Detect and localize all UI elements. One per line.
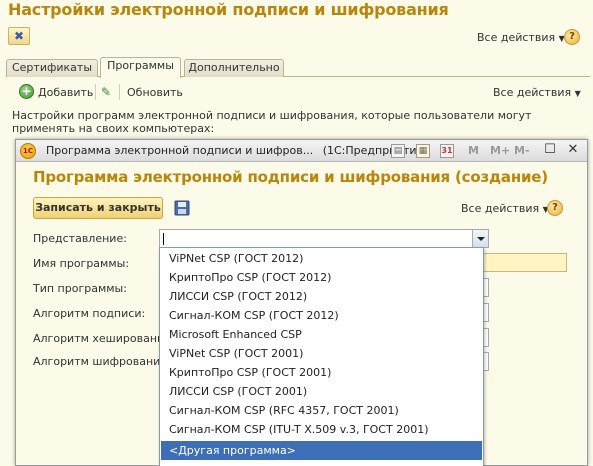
help-icon[interactable]: ? <box>564 29 580 45</box>
refresh-button[interactable]: Обновить <box>127 86 183 99</box>
text-caret <box>163 233 164 245</box>
chevron-down-icon: ▼ <box>574 89 581 98</box>
calendar-icon[interactable]: 31 <box>440 144 454 158</box>
dropdown-option[interactable]: Сигнал-КОМ CSP (RFC 4357, ГОСТ 2001) <box>161 401 482 420</box>
dropdown-arrow-icon[interactable] <box>472 230 488 247</box>
all-actions-menu[interactable]: Все действия ▼ <box>477 31 565 44</box>
add-icon: + <box>19 84 34 99</box>
dropdown-option[interactable]: Microsoft Enhanced CSP <box>161 325 482 344</box>
tab-additional[interactable]: Дополнительно <box>184 59 284 77</box>
toolbar-separator <box>95 84 96 100</box>
add-button[interactable]: Добавить <box>38 86 93 99</box>
presentation-combobox[interactable] <box>159 229 489 248</box>
page-title: Настройки электронной подписи и шифрован… <box>8 0 449 19</box>
window-title: Программа электронной подписи и шифров..… <box>46 144 428 157</box>
close-window-icon[interactable]: ✕ <box>564 142 582 159</box>
app-logo-icon: 1C <box>20 143 36 159</box>
save-icon[interactable] <box>174 200 190 216</box>
all-actions-label: Все действия <box>493 86 572 99</box>
list-all-actions-menu[interactable]: Все действия ▼ <box>493 86 581 99</box>
memory-plus-button[interactable]: M+ <box>490 144 510 157</box>
tab-label: Сертификаты <box>11 61 93 74</box>
field-label-program-type: Тип программы: <box>33 282 127 295</box>
field-label-presentation: Представление: <box>33 232 127 245</box>
close-button[interactable]: ✖ <box>8 27 30 45</box>
close-icon: ✖ <box>14 29 25 43</box>
field-label-sign-algorithm: Алгоритм подписи: <box>33 307 146 320</box>
save-and-close-button[interactable]: Записать и закрыть <box>33 197 163 219</box>
memory-minus-button[interactable]: M- <box>514 144 530 157</box>
dropdown-option[interactable]: КриптоПро CSP (ГОСТ 2012) <box>161 268 482 287</box>
field-label-program-name: Имя программы: <box>33 257 130 270</box>
window-title-text: Программа электронной подписи и шифров..… <box>46 144 314 157</box>
description-text: Настройки программ электронной подписи и… <box>12 109 532 135</box>
dropdown-option[interactable]: Сигнал-КОМ CSP (ITU-T X.509 v.3, ГОСТ 20… <box>161 420 482 439</box>
form-all-actions-menu[interactable]: Все действия ▼ <box>461 202 549 215</box>
dropdown-option[interactable]: КриптоПро CSP (ГОСТ 2001) <box>161 363 482 382</box>
dropdown-option[interactable]: ViPNet CSP (ГОСТ 2001) <box>161 344 482 363</box>
form-title: Программа электронной подписи и шифрован… <box>33 168 548 186</box>
document-icon[interactable]: ▤ <box>391 144 405 158</box>
toolbar-separator <box>119 84 120 100</box>
field-label-encrypt-algorithm: Алгоритм шифрования: <box>33 355 171 368</box>
all-actions-label: Все действия <box>477 31 556 44</box>
dropdown-option[interactable]: ЛИССИ CSP (ГОСТ 2012) <box>161 287 482 306</box>
memory-m-button[interactable]: M <box>468 144 479 157</box>
window-app-name: (1С:Предприятие) <box>322 144 428 157</box>
form-help-icon[interactable]: ? <box>547 200 563 216</box>
dropdown-option[interactable]: ViPNet CSP (ГОСТ 2012) <box>161 249 482 268</box>
calculator-icon[interactable]: ▦ <box>416 144 430 158</box>
dropdown-option[interactable]: Сигнал-КОМ CSP (ГОСТ 2012) <box>161 306 482 325</box>
all-actions-label: Все действия <box>461 202 540 215</box>
field-label-hash-algorithm: Алгоритм хеширования: <box>33 332 175 345</box>
window-titlebar: 1C Программа электронной подписи и шифро… <box>16 140 587 162</box>
dropdown-option-selected[interactable]: <Другая программа> <box>161 441 482 460</box>
program-dropdown-list[interactable]: ViPNet CSP (ГОСТ 2012) КриптоПро CSP (ГО… <box>159 247 484 466</box>
tab-label: Программы <box>107 59 174 72</box>
maximize-icon[interactable]: ☐ <box>541 142 559 159</box>
edit-icon[interactable]: ✎ <box>101 85 111 99</box>
tab-label: Дополнительно <box>188 61 280 74</box>
tab-programs[interactable]: Программы <box>100 57 181 78</box>
dropdown-option[interactable]: ЛИССИ CSP (ГОСТ 2001) <box>161 382 482 401</box>
tab-certificates[interactable]: Сертификаты <box>6 59 98 77</box>
program-form-window: 1C Программа электронной подписи и шифро… <box>15 139 588 466</box>
